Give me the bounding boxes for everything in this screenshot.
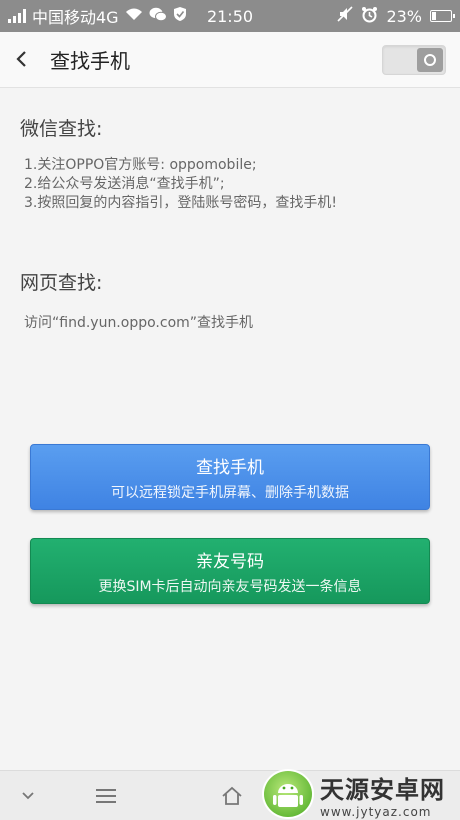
- web-description: 访问“find.yun.oppo.com”查找手机: [24, 315, 254, 331]
- mute-icon: [337, 6, 354, 26]
- web-section-title: 网页查找:: [20, 272, 103, 294]
- family-number-button[interactable]: 亲友号码 更换SIM卡后自动向亲友号码发送一条信息: [30, 538, 430, 604]
- status-bar: 中国移动4G 21:50 23%: [0, 0, 460, 32]
- toggle-knob: [417, 47, 443, 72]
- shield-icon: [173, 6, 187, 26]
- menu-icon[interactable]: [88, 771, 124, 820]
- back-icon[interactable]: [14, 46, 38, 74]
- wechat-icon: [149, 7, 167, 26]
- family-number-button-title: 亲友号码: [196, 551, 264, 572]
- signal-icon: [8, 9, 26, 23]
- alarm-icon: [361, 6, 378, 27]
- home-icon[interactable]: [214, 771, 250, 820]
- watermark-name: 天源安卓网: [320, 775, 445, 804]
- wifi-icon: [125, 7, 143, 25]
- carrier-label: 中国移动4G: [32, 8, 119, 27]
- wechat-section-title: 微信查找:: [20, 118, 103, 140]
- family-number-button-subtitle: 更换SIM卡后自动向亲友号码发送一条信息: [98, 578, 362, 595]
- find-phone-button[interactable]: 查找手机 可以远程锁定手机屏幕、删除手机数据: [30, 444, 430, 510]
- find-phone-button-subtitle: 可以远程锁定手机屏幕、删除手机数据: [111, 484, 349, 501]
- battery-label: 23%: [386, 6, 422, 26]
- app-header: 查找手机: [0, 32, 460, 88]
- page-title: 查找手机: [50, 49, 130, 73]
- find-phone-toggle[interactable]: [382, 44, 446, 75]
- watermark-url: www.jytyaz.com: [320, 804, 432, 819]
- battery-icon: [430, 10, 455, 22]
- step-item: 3.按照回复的内容指引，登陆账号密码，查找手机!: [24, 195, 337, 211]
- android-logo-icon: [262, 769, 314, 819]
- content-area: 微信查找: 1.关注OPPO官方账号: oppomobile; 2.给公众号发送…: [0, 88, 460, 770]
- chevron-down-icon[interactable]: [10, 771, 46, 820]
- step-item: 1.关注OPPO官方账号: oppomobile;: [24, 157, 257, 173]
- wechat-steps: 1.关注OPPO官方账号: oppomobile; 2.给公众号发送消息“查找手…: [24, 156, 337, 213]
- watermark: 天源安卓网 www.jytyaz.com: [262, 768, 460, 820]
- find-phone-button-title: 查找手机: [196, 457, 264, 478]
- step-item: 2.给公众号发送消息“查找手机”;: [24, 176, 225, 192]
